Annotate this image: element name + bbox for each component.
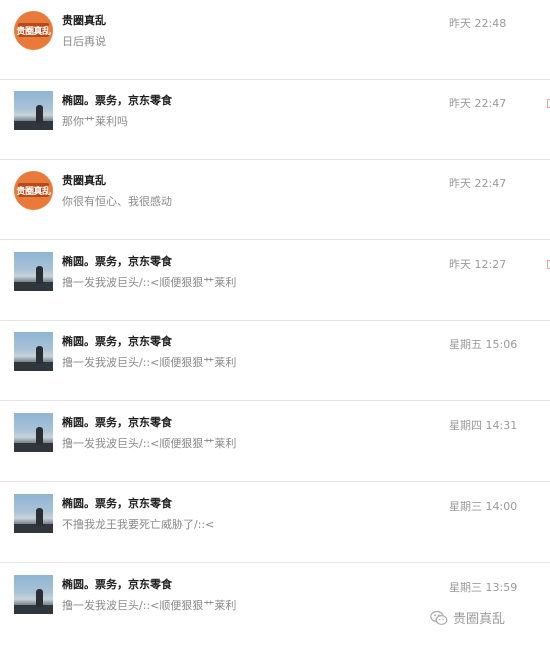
divider [0, 562, 550, 563]
conversation-title: 椭圆。票务，京东零食 [62, 335, 172, 348]
watermark-text: 贵圈真乱 [453, 612, 506, 627]
conversation-item-tuoyuan-4[interactable]: 椭圆。票务，京东零食 撸一发我波巨头/::<顺便狠狠艹莱利 星期四 14:31 [0, 402, 550, 482]
timestamp: 昨天 12:27 [449, 258, 507, 271]
message-preview: 不撸我龙王我要死亡威胁了/::< [62, 518, 215, 531]
timestamp: 昨天 22:47 [449, 177, 507, 190]
conversation-title: 椭圆。票务，京东零食 [62, 94, 172, 107]
avatar-logo-text: 贵圈真乱 [16, 27, 51, 37]
message-preview: 撸一发我波巨头/::<顺便狠狠艹莱利 [62, 599, 237, 612]
message-preview: 撸一发我波巨头/::<顺便狠狠艹莱利 [62, 437, 237, 450]
avatar-rock [14, 362, 53, 371]
wechat-icon [430, 610, 448, 626]
wechat-watermark: 贵圈真乱 [430, 608, 505, 627]
divider [0, 400, 550, 401]
message-preview: 你很有恒心、我很感动 [62, 195, 172, 208]
avatar-figure [36, 346, 43, 364]
avatar-figure [36, 508, 43, 526]
avatar-rock [14, 605, 53, 614]
timestamp: 昨天 22:48 [449, 17, 507, 30]
conversation-item-guiquan-2[interactable]: 贵圈真乱 贵圈真乱 你很有恒心、我很感动 昨天 22:47 [0, 160, 550, 240]
message-preview: 日后再说 [62, 35, 106, 48]
conversation-title: 椭圆。票务，京东零食 [62, 416, 172, 429]
timestamp: 星期三 13:59 [449, 581, 518, 594]
avatar [14, 575, 53, 614]
conversation-item-guiquan-1[interactable]: 贵圈真乱 贵圈真乱 日后再说 昨天 22:48 [0, 0, 550, 80]
message-preview: 撸一发我波巨头/::<顺便狠狠艹莱利 [62, 276, 237, 289]
chat-list-screen: 贵圈真乱 贵圈真乱 日后再说 昨天 22:48 椭圆。票务，京东零食 那你艹莱利… [0, 0, 550, 646]
conversation-title: 椭圆。票务，京东零食 [62, 578, 172, 591]
divider [0, 481, 550, 482]
timestamp: 星期四 14:31 [449, 419, 518, 432]
avatar-rock [14, 121, 53, 130]
avatar [14, 494, 53, 533]
avatar-figure [36, 266, 43, 284]
avatar-logo-text: 贵圈真乱 [16, 187, 51, 197]
timestamp: 星期三 14:00 [449, 500, 518, 513]
avatar-figure [36, 427, 43, 445]
avatar: 贵圈真乱 [14, 11, 53, 50]
conversation-item-tuoyuan-2[interactable]: 椭圆。票务，京东零食 撸一发我波巨头/::<顺便狠狠艹莱利 昨天 12:27 [0, 241, 550, 321]
avatar-rock [14, 524, 53, 533]
conversation-title: 椭圆。票务，京东零食 [62, 255, 172, 268]
conversation-item-tuoyuan-3[interactable]: 椭圆。票务，京东零食 撸一发我波巨头/::<顺便狠狠艹莱利 星期五 15:06 [0, 321, 550, 401]
message-preview: 撸一发我波巨头/::<顺便狠狠艹莱利 [62, 356, 237, 369]
conversation-item-tuoyuan-6[interactable]: 椭圆。票务，京东零食 撸一发我波巨头/::<顺便狠狠艹莱利 星期三 13:59 [0, 564, 550, 644]
timestamp: 昨天 22:47 [449, 97, 507, 110]
message-preview: 那你艹莱利吗 [62, 115, 128, 128]
avatar [14, 332, 53, 371]
avatar: 贵圈真乱 [14, 171, 53, 210]
avatar-rock [14, 443, 53, 452]
divider [0, 239, 550, 240]
avatar [14, 91, 53, 130]
conversation-item-tuoyuan-5[interactable]: 椭圆。票务，京东零食 不撸我龙王我要死亡威胁了/::< 星期三 14:00 [0, 483, 550, 563]
avatar-rock [14, 282, 53, 291]
timestamp: 星期五 15:06 [449, 338, 518, 351]
avatar-figure [36, 105, 43, 123]
avatar [14, 413, 53, 452]
avatar [14, 252, 53, 291]
conversation-title: 椭圆。票务，京东零食 [62, 497, 172, 510]
conversation-title: 贵圈真乱 [62, 174, 106, 187]
conversation-item-tuoyuan-1[interactable]: 椭圆。票务，京东零食 那你艹莱利吗 昨天 22:47 [0, 80, 550, 160]
avatar-figure [36, 589, 43, 607]
conversation-title: 贵圈真乱 [62, 14, 106, 27]
